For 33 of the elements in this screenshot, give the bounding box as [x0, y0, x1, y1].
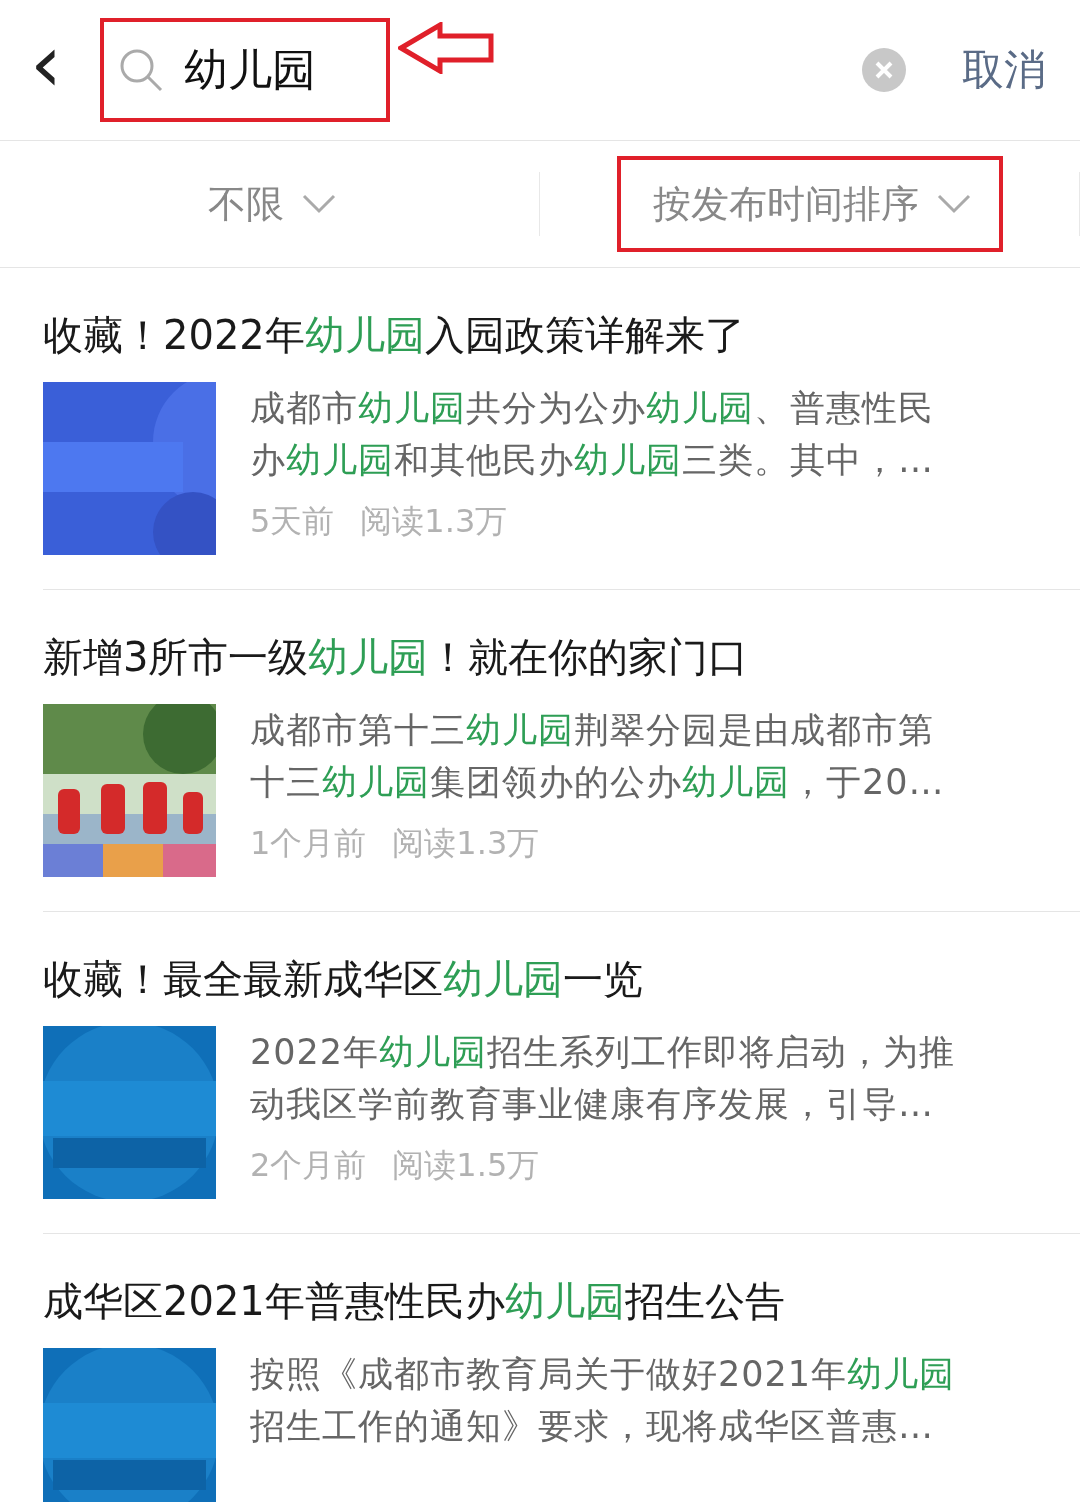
read-count: 阅读1.3万	[360, 501, 508, 542]
article-item[interactable]: 收藏！最全最新成华区幼儿园一览 2022年幼儿园招生系列工作即将启动，为推 动我区学前教育事业健康有序发展，引导… 2个月前 阅读1.5万	[43, 912, 1080, 1234]
back-button[interactable]: ‹	[0, 24, 100, 116]
filter-dropdown[interactable]: 不限	[171, 156, 368, 252]
article-item[interactable]: 成华区2021年普惠性民办幼儿园招生公告 按照《成都市教育局关于做好2021年幼儿园 招生工作的通知》要求，现将成华区普惠…	[43, 1234, 1080, 1502]
search-icon	[118, 47, 164, 93]
article-snippet: 办幼儿园和其他民办幼儿园三类。其中，…	[250, 439, 934, 482]
article-snippet: 十三幼儿园集团领办的公办幼儿园，于20…	[250, 761, 945, 804]
article-title: 收藏！2022年幼儿园入园政策详解来了	[43, 311, 746, 360]
chevron-down-icon	[936, 194, 971, 214]
article-title: 新增3所市一级幼儿园！就在你的家门口	[43, 633, 750, 682]
article-item[interactable]: 收藏！2022年幼儿园入园政策详解来了 成都市幼儿园共分为公办幼儿园、普惠性民 办幼儿园和其他民办幼儿园三类。其中，… 5天前 阅读1.3万	[43, 268, 1080, 590]
search-field[interactable]: 幼儿园	[100, 18, 390, 122]
article-snippet: 成都市第十三幼儿园荆翠分园是由成都市第	[250, 709, 935, 752]
search-query: 幼儿园	[184, 42, 316, 97]
publish-time: 2个月前	[250, 1145, 367, 1186]
article-snippet: 2022年幼儿园招生系列工作即将启动，为推	[250, 1031, 956, 1074]
filter-dropdown[interactable]: 按发布时间排序	[616, 156, 1003, 252]
cancel-button[interactable]: 取消	[962, 42, 1046, 98]
publish-time: 5天前	[250, 501, 335, 542]
article-snippet: 成都市幼儿园共分为公办幼儿园、普惠性民	[250, 387, 934, 430]
publish-time: 1个月前	[250, 823, 367, 864]
clear-button[interactable]	[862, 48, 906, 92]
article-title: 收藏！最全最新成华区幼儿园一览	[43, 955, 644, 1004]
article-snippet: 动我区学前教育事业健康有序发展，引导…	[250, 1083, 935, 1126]
article-title: 成华区2021年普惠性民办幼儿园招生公告	[43, 1277, 786, 1326]
close-icon	[874, 60, 894, 80]
chevron-down-icon	[301, 194, 336, 214]
read-count: 阅读1.3万	[392, 823, 540, 864]
read-count: 阅读1.5万	[392, 1145, 540, 1186]
article-item[interactable]: 新增3所市一级幼儿园！就在你的家门口 成都市第十三幼儿园荆翠分园是由成都市第 十三幼儿园集团领办的公办幼儿园，于20… 1个月前 阅读1.3万	[43, 590, 1080, 912]
article-snippet: 招生工作的通知》要求，现将成华区普惠…	[250, 1405, 935, 1448]
article-snippet: 按照《成都市教育局关于做好2021年幼儿园	[250, 1353, 956, 1396]
